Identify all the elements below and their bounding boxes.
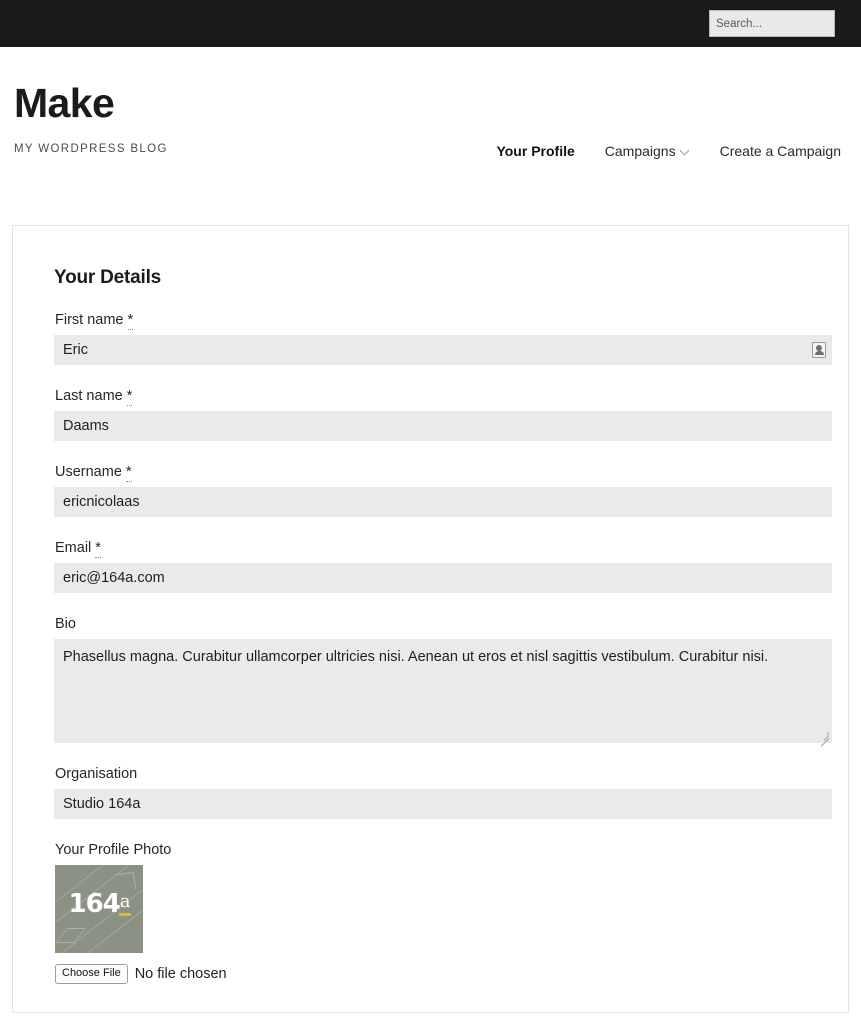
avatar-logo: 164a [55, 891, 143, 917]
label-organisation: Organisation [55, 766, 818, 782]
required-marker: * [127, 312, 134, 330]
avatar: 164a [55, 865, 143, 953]
required-marker: * [95, 540, 101, 558]
file-chosen-status: No file chosen [134, 966, 227, 983]
admin-top-bar [0, 0, 861, 47]
required-marker: * [125, 464, 132, 482]
nav-label-your-profile: Your Profile [496, 143, 575, 159]
chevron-down-icon [681, 146, 690, 155]
username-input[interactable] [54, 487, 832, 517]
organisation-input[interactable] [54, 789, 832, 819]
file-upload-row: Choose File No file chosen [55, 964, 818, 985]
first-name-input[interactable] [54, 335, 832, 365]
label-text-last-name: Last name [55, 388, 123, 404]
label-email: Email * [55, 540, 818, 558]
label-username: Username * [55, 464, 818, 482]
nav-label-create-a-campaign: Create a Campaign [719, 143, 841, 159]
field-bio: Bio Phasellus magna. Curabitur ullamcorp… [54, 616, 832, 747]
choose-file-button[interactable]: Choose File [55, 964, 128, 985]
label-text-username: Username [55, 464, 122, 480]
nav-item-create-a-campaign[interactable]: Create a Campaign [720, 143, 841, 159]
label-first-name: First name * [55, 312, 818, 330]
label-text-organisation: Organisation [55, 766, 138, 782]
nav-item-campaigns[interactable]: Campaigns [605, 143, 690, 159]
label-profile-photo: Your Profile Photo [55, 842, 818, 858]
search-box [709, 10, 835, 37]
primary-navigation: Your Profile Campaigns Create a Campaign [496, 143, 841, 159]
label-text-profile-photo: Your Profile Photo [55, 842, 172, 858]
label-text-email: Email [55, 540, 92, 556]
page-title: Your Details [54, 267, 162, 288]
profile-card: Your Details First name * Last name * U [12, 225, 849, 1013]
last-name-input[interactable] [54, 411, 832, 441]
bio-textarea-wrap: Phasellus magna. Curabitur ullamcorper u… [54, 639, 832, 747]
profile-form: First name * Last name * Username * [43, 312, 832, 985]
nav-label-campaigns: Campaigns [604, 143, 676, 159]
field-email: Email * [54, 540, 832, 593]
label-last-name: Last name * [55, 388, 818, 406]
nav-item-your-profile[interactable]: Your Profile [496, 143, 574, 159]
first-name-input-wrap [54, 335, 832, 365]
search-input[interactable] [709, 10, 835, 37]
field-profile-photo: Your Profile Photo 164a Choose File No f… [54, 842, 818, 985]
label-bio: Bio [55, 616, 818, 632]
field-organisation: Organisation [54, 766, 832, 819]
field-username: Username * [54, 464, 832, 517]
avatar-logo-number: 164 [68, 889, 120, 919]
label-text-first-name: First name [55, 312, 124, 328]
label-text-bio: Bio [55, 616, 76, 632]
email-input[interactable] [54, 563, 832, 593]
autofill-contact-icon[interactable] [812, 342, 826, 358]
required-marker: * [126, 388, 133, 406]
site-title: Make [14, 80, 115, 126]
bio-textarea[interactable]: Phasellus magna. Curabitur ullamcorper u… [54, 639, 832, 743]
field-last-name: Last name * [54, 388, 832, 441]
field-first-name: First name * [54, 312, 832, 365]
site-header: Make MY WORDPRESS BLOG Your Profile Camp… [0, 47, 861, 222]
avatar-logo-suffix: a [118, 891, 130, 916]
